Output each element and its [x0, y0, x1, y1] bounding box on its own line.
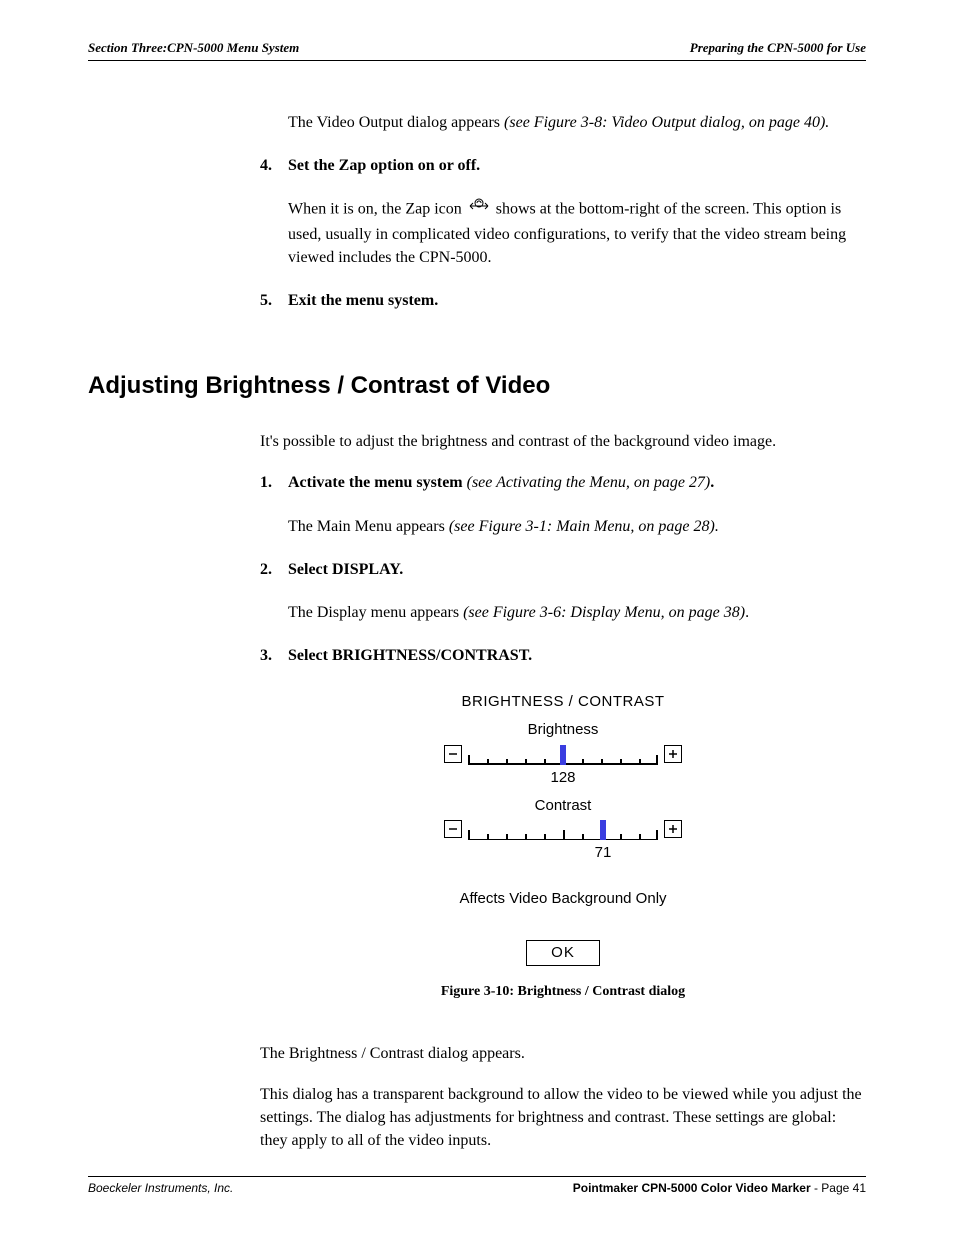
contrast-marker[interactable] [600, 820, 606, 840]
minus-button[interactable] [444, 820, 462, 838]
step-number: 5. [260, 289, 288, 312]
step-number: 2. [260, 558, 288, 581]
step-text: Select DISPLAY. [288, 558, 403, 581]
step-1: 1. Activate the menu system (see Activat… [260, 471, 866, 494]
step-4-body: When it is on, the Zap icon shows at the… [288, 197, 866, 269]
step-4: 4. Set the Zap option on or off. [260, 154, 866, 177]
figure-caption: Figure 3-10: Brightness / Contrast dialo… [441, 982, 685, 1002]
contrast-slider [433, 818, 693, 840]
contrast-scale[interactable] [468, 818, 658, 840]
closing-p1: The Brightness / Contrast dialog appears… [260, 1042, 866, 1065]
brightness-marker[interactable] [560, 745, 566, 765]
intro-paragraph: It's possible to adjust the brightness a… [260, 430, 866, 453]
brightness-slider [433, 743, 693, 765]
page-footer: Boeckeler Instruments, Inc. Pointmaker C… [88, 1176, 866, 1195]
step-2-body: The Display menu appears (see Figure 3-6… [288, 601, 866, 624]
dialog-title: BRIGHTNESS / CONTRAST [433, 691, 693, 713]
step-number: 4. [260, 154, 288, 177]
header-right: Preparing the CPN-5000 for Use [690, 40, 866, 56]
footer-left: Boeckeler Instruments, Inc. [88, 1181, 233, 1195]
section-heading: Adjusting Brightness / Contrast of Video [88, 372, 866, 400]
brightness-value: 128 [433, 767, 693, 789]
step-2: 2. Select DISPLAY. [260, 558, 866, 581]
step-text: Set the Zap option on or off. [288, 154, 480, 177]
step-1-body: The Main Menu appears (see Figure 3-1: M… [288, 515, 866, 538]
step-5: 5. Exit the menu system. [260, 289, 866, 312]
contrast-value: 71 [513, 842, 693, 864]
plus-button[interactable] [664, 745, 682, 763]
step-text: Select BRIGHTNESS/CONTRAST. [288, 644, 532, 667]
step-text: Exit the menu system. [288, 289, 438, 312]
running-header: Section Three:CPN-5000 Menu System Prepa… [88, 40, 866, 61]
footer-right: Pointmaker CPN-5000 Color Video Marker -… [573, 1181, 866, 1195]
contrast-label: Contrast [433, 795, 693, 817]
header-left: Section Three:CPN-5000 Menu System [88, 40, 299, 56]
minus-button[interactable] [444, 745, 462, 763]
dialog-note: Affects Video Background Only [433, 888, 693, 910]
brightness-scale[interactable] [468, 743, 658, 765]
zap-icon [468, 197, 490, 222]
plus-button[interactable] [664, 820, 682, 838]
brightness-contrast-dialog: BRIGHTNESS / CONTRAST Brightness [260, 691, 866, 1002]
step-3: 3. Select BRIGHTNESS/CONTRAST. [260, 644, 866, 667]
ok-button[interactable]: OK [526, 940, 600, 966]
video-output-paragraph: The Video Output dialog appears (see Fig… [288, 111, 866, 134]
step-number: 3. [260, 644, 288, 667]
brightness-label: Brightness [433, 719, 693, 741]
step-text: Activate the menu system (see Activating… [288, 471, 714, 494]
closing-p2: This dialog has a transparent background… [260, 1083, 866, 1153]
step-number: 1. [260, 471, 288, 494]
